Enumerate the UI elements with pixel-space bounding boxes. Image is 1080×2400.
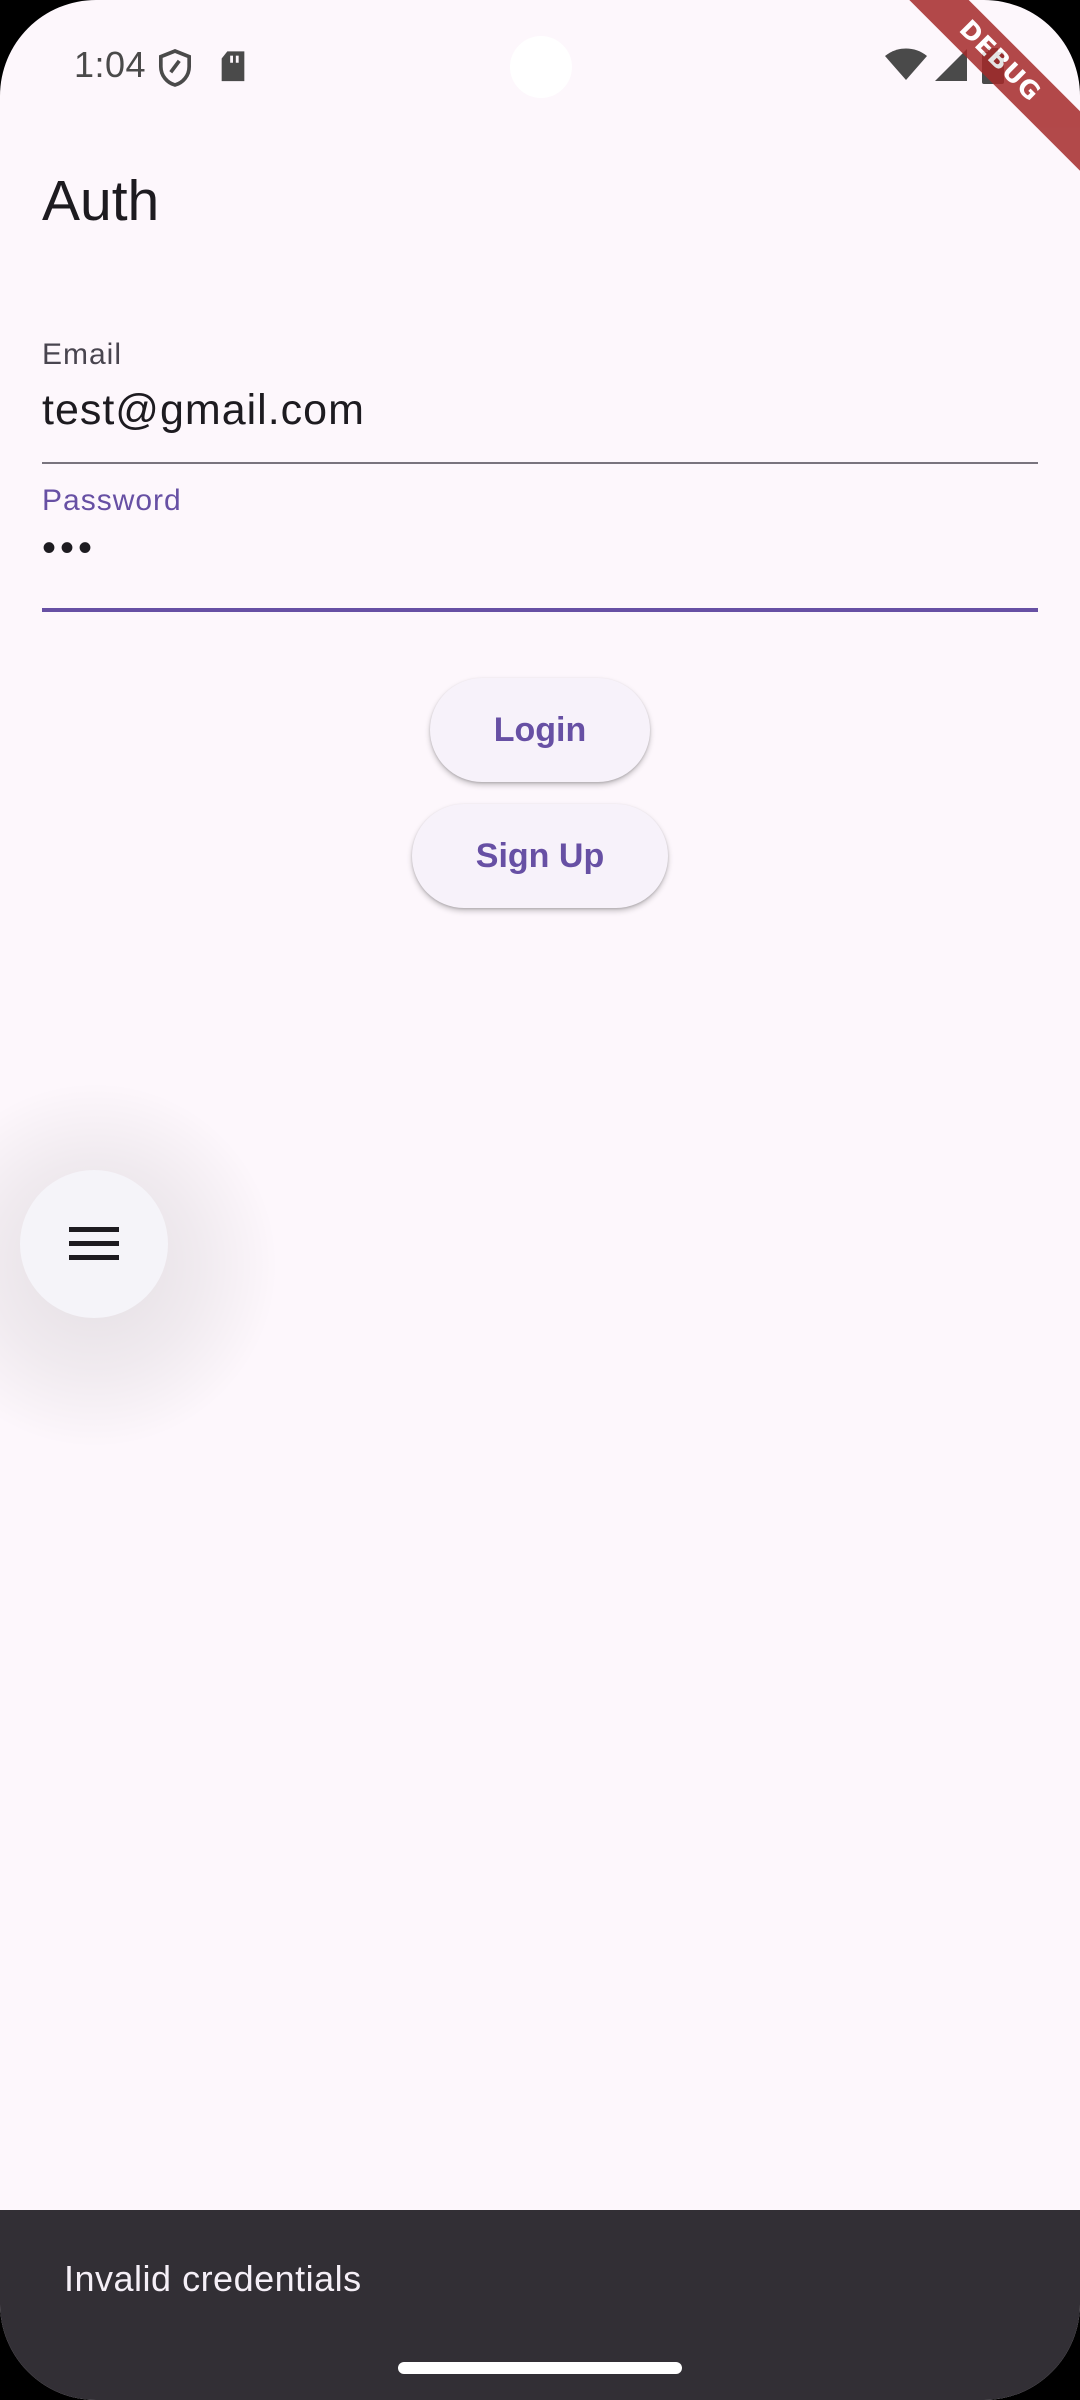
email-label: Email bbox=[42, 338, 123, 371]
password-field[interactable]: Password ••• bbox=[42, 484, 1038, 616]
app-screen: 1:04 DEBUG Auth Email test@gmail.com Pas… bbox=[0, 0, 1080, 2400]
camera-cutout bbox=[510, 36, 572, 98]
email-underline bbox=[42, 462, 1038, 464]
snackbar-message: Invalid credentials bbox=[64, 2258, 362, 2299]
status-time: 1:04 bbox=[74, 44, 147, 85]
shield-icon bbox=[158, 49, 192, 87]
sd-card-icon bbox=[221, 51, 245, 82]
email-field[interactable]: Email test@gmail.com bbox=[42, 338, 1038, 468]
page-title: Auth bbox=[42, 169, 160, 233]
wifi-icon bbox=[885, 48, 927, 80]
menu-icon bbox=[69, 1227, 119, 1260]
login-button[interactable]: Login bbox=[430, 678, 650, 782]
status-bar: 1:04 bbox=[0, 0, 1080, 130]
battery-icon bbox=[982, 48, 1004, 84]
password-input[interactable]: ••• bbox=[42, 526, 1038, 571]
sign-up-button[interactable]: Sign Up bbox=[412, 804, 668, 908]
floating-menu-button[interactable] bbox=[20, 1170, 168, 1318]
email-input[interactable]: test@gmail.com bbox=[42, 386, 1038, 435]
password-underline bbox=[42, 608, 1038, 612]
password-label: Password bbox=[42, 484, 182, 517]
home-indicator[interactable] bbox=[398, 2362, 682, 2374]
cellular-signal-icon bbox=[935, 49, 967, 81]
